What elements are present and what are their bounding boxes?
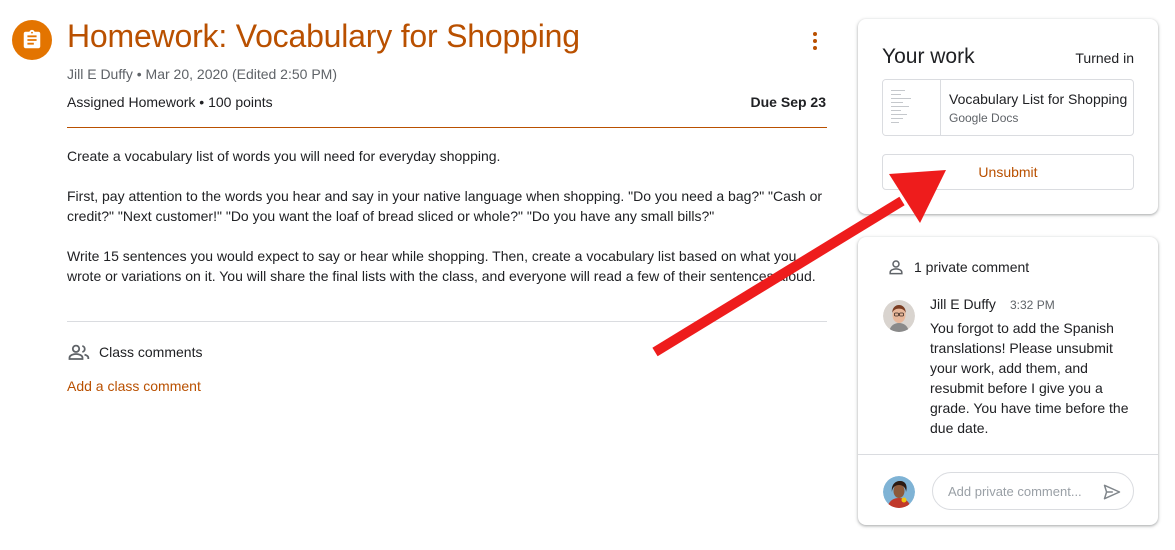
assignment-description: Create a vocabulary list of words you wi… [67, 146, 827, 306]
comment-divider [858, 454, 1158, 455]
class-comments-label: Class comments [99, 344, 203, 360]
private-comments-header: 1 private comment [886, 257, 1029, 277]
comment-timestamp: 3:32 PM [1010, 298, 1055, 312]
your-work-title: Your work [882, 45, 975, 68]
people-icon [68, 344, 90, 360]
private-comments-card: 1 private comment Jill E Duffy 3:32 PM Y… [858, 237, 1158, 525]
comment-author: Jill E Duffy [930, 296, 996, 312]
comments-divider [67, 321, 827, 322]
assignment-icon [12, 20, 52, 60]
class-comments-header: Class comments [67, 340, 202, 364]
description-paragraph: Write 15 sentences you would expect to s… [67, 248, 816, 284]
assignment-title: Homework: Vocabulary for Shopping [67, 18, 580, 54]
document-thumbnail [883, 80, 941, 135]
assignment-points: Assigned Homework • 100 points [67, 94, 273, 110]
person-icon [889, 260, 903, 275]
more-options-button[interactable] [800, 26, 830, 56]
send-button[interactable] [1100, 480, 1124, 504]
add-class-comment-link[interactable]: Add a class comment [67, 378, 201, 394]
comment-text: You forgot to add the Spanish translatio… [930, 320, 1129, 436]
attachment-name: Vocabulary List for Shopping [949, 91, 1128, 107]
description-paragraph: Create a vocabulary list of words you wi… [67, 148, 501, 164]
attachment-type: Google Docs [949, 111, 1019, 125]
attachment-chip[interactable]: Vocabulary List for Shopping Google Docs [882, 79, 1134, 136]
due-date: Due Sep 23 [750, 94, 826, 110]
more-vert-icon [813, 32, 817, 50]
avatar [883, 476, 915, 508]
private-comment-count: 1 private comment [914, 259, 1030, 275]
your-work-card: Your work Turned in Vocabulary List for … [858, 19, 1158, 214]
unsubmit-button[interactable]: Unsubmit [882, 154, 1134, 190]
header-divider [67, 127, 827, 128]
assignment-meta: Jill E Duffy • Mar 20, 2020 (Edited 2:50… [67, 66, 337, 82]
send-icon [1103, 484, 1121, 500]
description-paragraph: First, pay attention to the words you he… [67, 188, 823, 224]
avatar [883, 300, 915, 332]
status-badge: Turned in [1075, 50, 1134, 66]
